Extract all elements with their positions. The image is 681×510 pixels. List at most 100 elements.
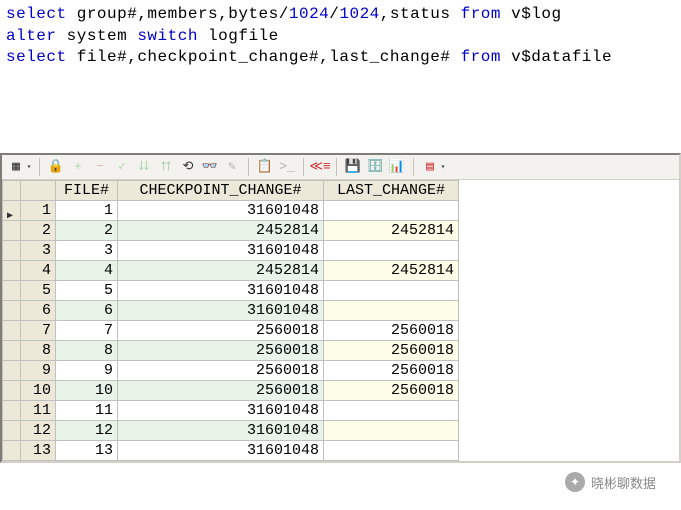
cell-checkpoint[interactable]: 31601048 bbox=[118, 280, 324, 300]
table-row[interactable]: 7725600182560018 bbox=[3, 320, 459, 340]
cell-checkpoint[interactable]: 2452814 bbox=[118, 260, 324, 280]
watermark: ✦ 晓彬聊数据 bbox=[565, 472, 656, 492]
query-by-example-icon[interactable]: 👓 bbox=[201, 158, 219, 176]
results-panel: ▦▾ 🔒 + − ✓ ⮇ ⮅ ⟲ 👓 ✎ 📋 >_ ≪≡ 💾 🗄 📊 ▤▾ FI… bbox=[0, 153, 681, 463]
cell-checkpoint[interactable]: 31601048 bbox=[118, 200, 324, 220]
cell-checkpoint[interactable]: 31601048 bbox=[118, 420, 324, 440]
column-header-checkpoint[interactable]: CHECKPOINT_CHANGE# bbox=[118, 180, 324, 200]
cell-checkpoint[interactable]: 31601048 bbox=[118, 400, 324, 420]
results-toolbar: ▦▾ 🔒 + − ✓ ⮇ ⮅ ⟲ 👓 ✎ 📋 >_ ≪≡ 💾 🗄 📊 ▤▾ bbox=[2, 155, 679, 180]
cell-file[interactable]: 7 bbox=[56, 320, 118, 340]
row-number: 6 bbox=[21, 300, 56, 320]
add-row-icon: + bbox=[69, 158, 87, 176]
lock-icon[interactable]: 🔒 bbox=[47, 158, 65, 176]
table-row[interactable]: 2224528142452814 bbox=[3, 220, 459, 240]
row-number: 1 bbox=[21, 200, 56, 220]
row-number: 5 bbox=[21, 280, 56, 300]
cell-checkpoint[interactable]: 2560018 bbox=[118, 360, 324, 380]
table-row[interactable]: 3331601048 bbox=[3, 240, 459, 260]
row-indicator bbox=[3, 280, 21, 300]
cell-lastchange[interactable] bbox=[324, 200, 459, 220]
row-number: 11 bbox=[21, 400, 56, 420]
table-row[interactable]: 6631601048 bbox=[3, 300, 459, 320]
cell-checkpoint[interactable]: 2452814 bbox=[118, 220, 324, 240]
column-header-file[interactable]: FILE# bbox=[56, 180, 118, 200]
linked-query-icon[interactable]: ≪≡ bbox=[311, 158, 329, 176]
row-number: 8 bbox=[21, 340, 56, 360]
cell-checkpoint[interactable]: 31601048 bbox=[118, 440, 324, 460]
row-number: 2 bbox=[21, 220, 56, 240]
results-grid[interactable]: FILE# CHECKPOINT_CHANGE# LAST_CHANGE# ▶1… bbox=[2, 180, 459, 461]
row-indicator bbox=[3, 440, 21, 460]
cell-file[interactable]: 13 bbox=[56, 440, 118, 460]
cell-lastchange[interactable] bbox=[324, 400, 459, 420]
watermark-text: 晓彬聊数据 bbox=[591, 473, 656, 492]
cell-lastchange[interactable] bbox=[324, 300, 459, 320]
cell-lastchange[interactable] bbox=[324, 420, 459, 440]
cell-lastchange[interactable]: 2560018 bbox=[324, 320, 459, 340]
row-number: 9 bbox=[21, 360, 56, 380]
cell-lastchange[interactable]: 2452814 bbox=[324, 260, 459, 280]
fetch-next-icon: ⮇ bbox=[135, 158, 153, 176]
row-indicator bbox=[3, 420, 21, 440]
grid-mode-icon[interactable]: ▦ bbox=[7, 158, 25, 176]
refresh-icon[interactable]: ⟲ bbox=[179, 158, 197, 176]
cell-checkpoint[interactable]: 31601048 bbox=[118, 240, 324, 260]
table-row[interactable]: 131331601048 bbox=[3, 440, 459, 460]
single-record-icon[interactable]: 📋 bbox=[256, 158, 274, 176]
cell-checkpoint[interactable]: 2560018 bbox=[118, 380, 324, 400]
row-number: 13 bbox=[21, 440, 56, 460]
cell-file[interactable]: 12 bbox=[56, 420, 118, 440]
commit-icon: ✓ bbox=[113, 158, 131, 176]
row-indicator bbox=[3, 380, 21, 400]
cell-lastchange[interactable]: 2560018 bbox=[324, 380, 459, 400]
cell-file[interactable]: 6 bbox=[56, 300, 118, 320]
table-row[interactable]: 9925600182560018 bbox=[3, 360, 459, 380]
cell-checkpoint[interactable]: 31601048 bbox=[118, 300, 324, 320]
cell-lastchange[interactable] bbox=[324, 280, 459, 300]
fetch-all-icon: ⮅ bbox=[157, 158, 175, 176]
delete-row-icon: − bbox=[91, 158, 109, 176]
cell-file[interactable]: 3 bbox=[56, 240, 118, 260]
row-number: 3 bbox=[21, 240, 56, 260]
table-row[interactable]: 8825600182560018 bbox=[3, 340, 459, 360]
table-row[interactable]: 101025600182560018 bbox=[3, 380, 459, 400]
cell-lastchange[interactable] bbox=[324, 240, 459, 260]
table-row[interactable]: 4424528142452814 bbox=[3, 260, 459, 280]
cell-file[interactable]: 1 bbox=[56, 200, 118, 220]
table-row[interactable]: ▶1131601048 bbox=[3, 200, 459, 220]
sql-editor[interactable]: select group#,members,bytes/1024/1024,st… bbox=[0, 0, 681, 73]
grid-mode-dropdown[interactable]: ▾ bbox=[26, 158, 32, 176]
row-number: 7 bbox=[21, 320, 56, 340]
cell-checkpoint[interactable]: 2560018 bbox=[118, 320, 324, 340]
list-icon[interactable]: ▤ bbox=[421, 158, 439, 176]
save-icon[interactable]: 💾 bbox=[344, 158, 362, 176]
row-indicator: ▶ bbox=[3, 200, 21, 220]
row-indicator bbox=[3, 340, 21, 360]
cell-lastchange[interactable] bbox=[324, 440, 459, 460]
cell-file[interactable]: 9 bbox=[56, 360, 118, 380]
cell-file[interactable]: 11 bbox=[56, 400, 118, 420]
cell-file[interactable]: 8 bbox=[56, 340, 118, 360]
cell-file[interactable]: 2 bbox=[56, 220, 118, 240]
row-indicator bbox=[3, 320, 21, 340]
cell-file[interactable]: 10 bbox=[56, 380, 118, 400]
db-icon[interactable]: 🗄 bbox=[366, 158, 384, 176]
row-number: 10 bbox=[21, 380, 56, 400]
cell-lastchange[interactable]: 2560018 bbox=[324, 340, 459, 360]
edit-icon: ✎ bbox=[223, 158, 241, 176]
list-dropdown[interactable]: ▾ bbox=[440, 158, 446, 176]
table-row[interactable]: 111131601048 bbox=[3, 400, 459, 420]
cell-file[interactable]: 5 bbox=[56, 280, 118, 300]
cell-checkpoint[interactable]: 2560018 bbox=[118, 340, 324, 360]
row-indicator bbox=[3, 360, 21, 380]
row-indicator bbox=[3, 400, 21, 420]
grid-corner bbox=[3, 180, 21, 200]
table-row[interactable]: 5531601048 bbox=[3, 280, 459, 300]
cell-lastchange[interactable]: 2452814 bbox=[324, 220, 459, 240]
cell-file[interactable]: 4 bbox=[56, 260, 118, 280]
cell-lastchange[interactable]: 2560018 bbox=[324, 360, 459, 380]
chart-icon[interactable]: 📊 bbox=[388, 158, 406, 176]
table-row[interactable]: 121231601048 bbox=[3, 420, 459, 440]
column-header-lastchange[interactable]: LAST_CHANGE# bbox=[324, 180, 459, 200]
